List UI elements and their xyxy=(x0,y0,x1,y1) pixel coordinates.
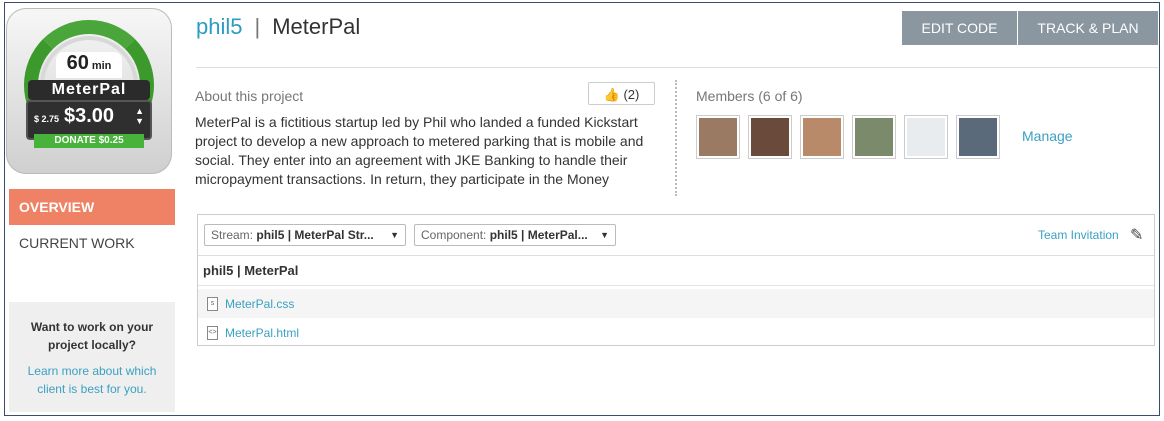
page-title: phil5 | MeterPal xyxy=(196,14,360,40)
avatar[interactable] xyxy=(696,115,740,159)
css-file-icon: s xyxy=(207,297,218,311)
stream-label: Stream: xyxy=(211,228,254,242)
app-frame xyxy=(4,2,1160,416)
logo-minutes-value: 60 xyxy=(66,52,89,74)
help-box: Want to work on your project locally? Le… xyxy=(9,302,175,412)
pencil-icon[interactable]: ✎ xyxy=(1130,225,1143,245)
help-link[interactable]: Learn more about which client is best fo… xyxy=(9,362,175,398)
chevron-down-icon: ▼ xyxy=(600,230,609,240)
title-user-link[interactable]: phil5 xyxy=(196,14,242,40)
logo-minutes: 60 min xyxy=(56,52,122,78)
file-row[interactable]: s MeterPal.css xyxy=(198,289,1154,318)
about-label: About this project xyxy=(195,88,304,104)
member-4-photo xyxy=(855,118,893,156)
panel-divider xyxy=(198,255,1154,256)
title-separator: | xyxy=(254,14,261,39)
like-button[interactable]: 👍 (2) xyxy=(588,82,655,105)
member-6-photo xyxy=(959,118,997,156)
logo-minutes-unit: min xyxy=(91,60,112,72)
track-plan-button[interactable]: TRACK & PLAN xyxy=(1018,11,1158,45)
header-divider xyxy=(196,67,1158,68)
panel-divider xyxy=(198,285,1154,286)
avatar[interactable] xyxy=(904,115,948,159)
logo-big-price: $3.00 xyxy=(64,105,115,127)
project-logo: 60 min MeterPal $ 2.75 $3.00 ▲ ▼ DONATE $… xyxy=(6,8,172,174)
files-panel: Stream: phil5 | MeterPal Str... ▼ Compon… xyxy=(197,214,1155,346)
component-value: phil5 | MeterPal... xyxy=(489,228,588,242)
avatar[interactable] xyxy=(800,115,844,159)
project-folder-label: phil5 | MeterPal xyxy=(203,263,299,278)
file-name[interactable]: MeterPal.html xyxy=(225,326,299,340)
member-1-photo xyxy=(699,118,737,156)
member-2-photo xyxy=(751,118,789,156)
thumbs-up-icon: 👍 xyxy=(603,87,620,102)
stream-dropdown[interactable]: Stream: phil5 | MeterPal Str... ▼ xyxy=(204,224,406,246)
sidebar-item-current-work[interactable]: CURRENT WORK xyxy=(9,225,175,261)
component-dropdown[interactable]: Component: phil5 | MeterPal... ▼ xyxy=(414,224,616,246)
like-count: (2) xyxy=(623,87,640,102)
stream-value: phil5 | MeterPal Str... xyxy=(256,228,374,242)
file-name[interactable]: MeterPal.css xyxy=(225,297,294,311)
updown-arrows-icon: ▲ ▼ xyxy=(135,106,144,126)
member-5-photo xyxy=(907,118,945,156)
file-row[interactable]: <> MeterPal.html xyxy=(198,318,1154,347)
manage-members-link[interactable]: Manage xyxy=(1022,128,1073,144)
members-label: Members (6 of 6) xyxy=(696,88,803,104)
avatar[interactable] xyxy=(852,115,896,159)
team-invitation-link[interactable]: Team Invitation xyxy=(1038,228,1119,242)
edit-code-button[interactable]: EDIT CODE xyxy=(902,11,1017,45)
section-divider xyxy=(675,80,677,196)
component-label: Component: xyxy=(421,228,487,242)
help-title: Want to work on your project locally? xyxy=(30,320,154,352)
logo-donate: DONATE $0.25 xyxy=(34,134,144,148)
logo-small-price: $ 2.75 xyxy=(34,114,60,124)
member-avatar-list xyxy=(696,115,1000,159)
member-3-photo xyxy=(803,118,841,156)
avatar[interactable] xyxy=(748,115,792,159)
chevron-down-icon: ▼ xyxy=(390,230,399,240)
avatar[interactable] xyxy=(956,115,1000,159)
sidebar-item-overview[interactable]: OVERVIEW xyxy=(9,189,175,225)
html-file-icon: <> xyxy=(207,326,218,340)
about-description: MeterPal is a fictitious startup led by … xyxy=(195,114,644,187)
logo-brand: MeterPal xyxy=(28,80,150,100)
title-project-name: MeterPal xyxy=(272,14,361,39)
